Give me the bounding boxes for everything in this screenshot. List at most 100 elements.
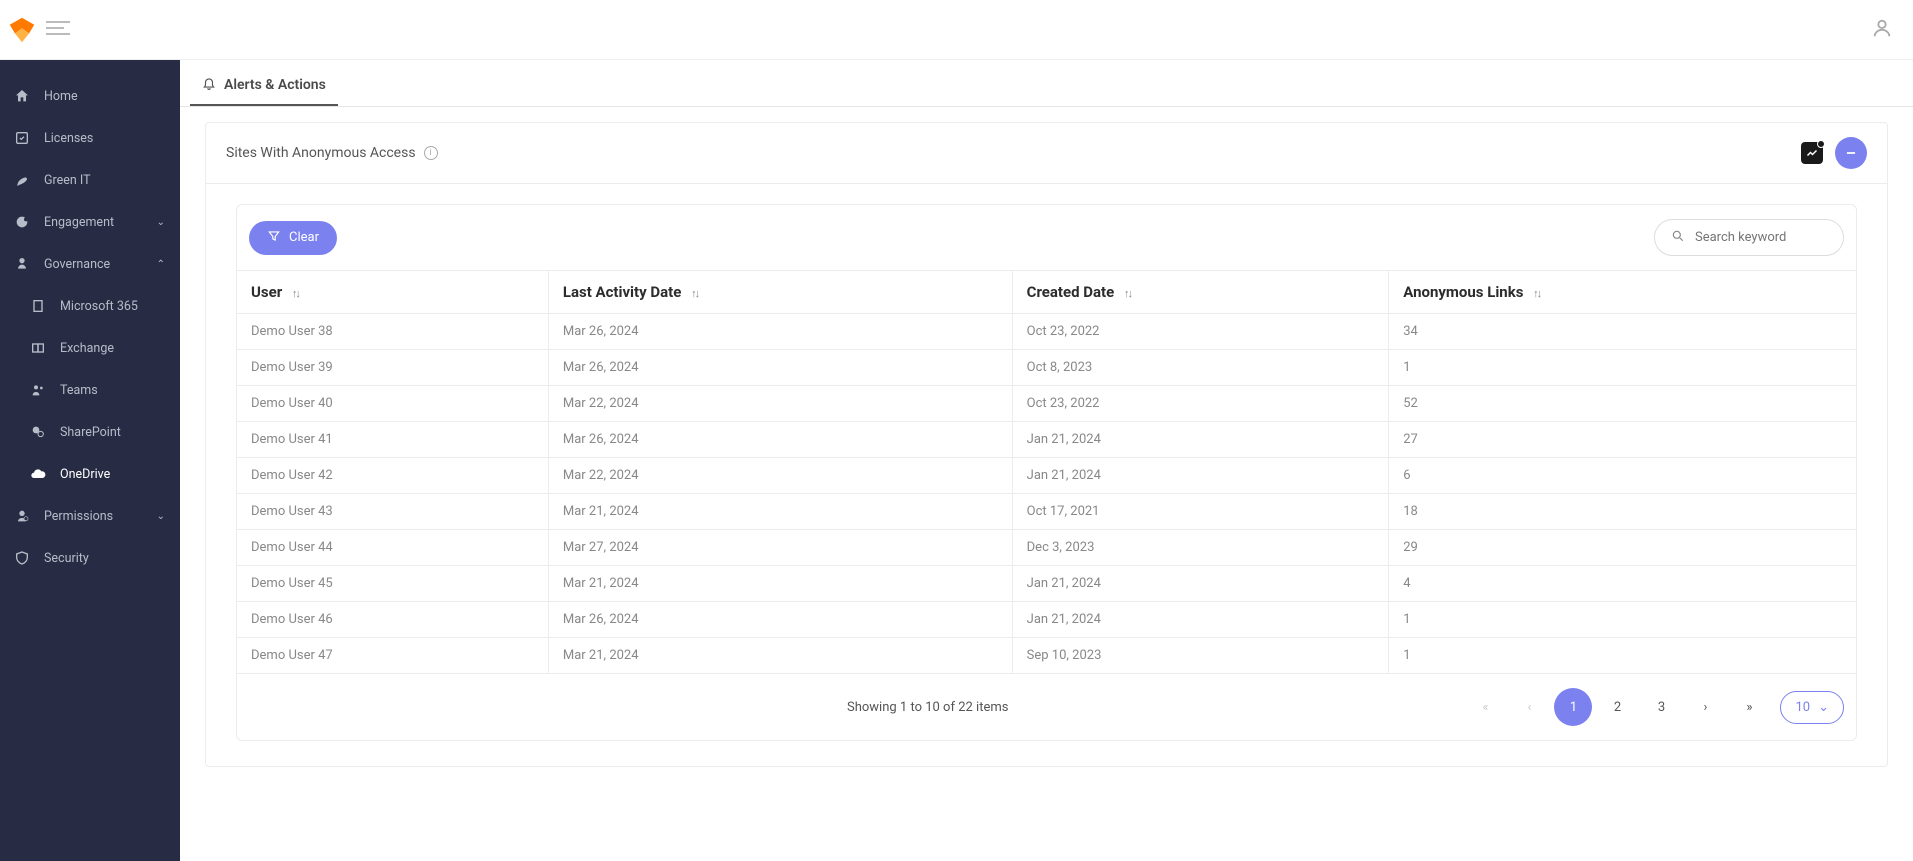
panel: Sites With Anonymous Access i bbox=[205, 122, 1888, 767]
search-box[interactable] bbox=[1654, 219, 1844, 256]
sidebar-item-teams[interactable]: Teams bbox=[0, 369, 180, 411]
table-cell: 29 bbox=[1389, 530, 1856, 566]
licenses-icon bbox=[12, 128, 32, 148]
column-header-user[interactable]: User ↑↓ bbox=[237, 271, 548, 314]
pagination-page-2[interactable]: 2 bbox=[1598, 688, 1636, 726]
table-row[interactable]: Demo User 44Mar 27, 2024Dec 3, 202329 bbox=[237, 530, 1856, 566]
table-cell: 18 bbox=[1389, 494, 1856, 530]
governance-icon bbox=[12, 254, 32, 274]
sidebar-item-green-it[interactable]: Green IT bbox=[0, 159, 180, 201]
table-cell: Demo User 40 bbox=[237, 386, 548, 422]
search-input[interactable] bbox=[1695, 230, 1827, 245]
sidebar-item-label: Licenses bbox=[44, 131, 165, 146]
sidebar-item-permissions[interactable]: Permissions ⌄ bbox=[0, 495, 180, 537]
pagination-last-button[interactable]: » bbox=[1730, 688, 1768, 726]
sort-icon: ↑↓ bbox=[1124, 287, 1131, 300]
panel-actions bbox=[1801, 137, 1867, 169]
sharepoint-icon bbox=[28, 422, 48, 442]
table-cell: 1 bbox=[1389, 602, 1856, 638]
sidebar-item-exchange[interactable]: Exchange bbox=[0, 327, 180, 369]
table-cell: Mar 26, 2024 bbox=[548, 422, 1012, 458]
table-cell: Mar 21, 2024 bbox=[548, 494, 1012, 530]
tab-bar: Alerts & Actions bbox=[180, 60, 1913, 107]
table-row[interactable]: Demo User 38Mar 26, 2024Oct 23, 202234 bbox=[237, 314, 1856, 350]
table-cell: Demo User 45 bbox=[237, 566, 548, 602]
table-row[interactable]: Demo User 41Mar 26, 2024Jan 21, 202427 bbox=[237, 422, 1856, 458]
table-cell: Demo User 43 bbox=[237, 494, 548, 530]
microsoft365-icon bbox=[28, 296, 48, 316]
sidebar-item-onedrive[interactable]: OneDrive bbox=[0, 453, 180, 495]
page-size-select[interactable]: 10 ⌄ bbox=[1780, 691, 1844, 724]
table-row[interactable]: Demo User 47Mar 21, 2024Sep 10, 20231 bbox=[237, 638, 1856, 674]
sidebar-item-microsoft365[interactable]: Microsoft 365 bbox=[0, 285, 180, 327]
table-cell: 52 bbox=[1389, 386, 1856, 422]
table-cell: Oct 17, 2021 bbox=[1012, 494, 1389, 530]
home-icon bbox=[12, 86, 32, 106]
sidebar-item-label: Home bbox=[44, 89, 165, 104]
table-cell: Jan 21, 2024 bbox=[1012, 458, 1389, 494]
table-cell: Mar 21, 2024 bbox=[548, 638, 1012, 674]
tab-alerts-actions[interactable]: Alerts & Actions bbox=[190, 68, 338, 106]
filter-icon bbox=[267, 229, 281, 247]
table-cell: Demo User 47 bbox=[237, 638, 548, 674]
pagination-page-3[interactable]: 3 bbox=[1642, 688, 1680, 726]
sidebar-item-label: Green IT bbox=[44, 173, 165, 188]
column-header-last-activity[interactable]: Last Activity Date ↑↓ bbox=[548, 271, 1012, 314]
user-profile-icon[interactable] bbox=[1871, 17, 1893, 43]
sidebar-item-sharepoint[interactable]: SharePoint bbox=[0, 411, 180, 453]
sidebar-item-label: Governance bbox=[44, 257, 145, 272]
table-cell: Demo User 42 bbox=[237, 458, 548, 494]
table-cell: Mar 22, 2024 bbox=[548, 458, 1012, 494]
table-cell: Demo User 39 bbox=[237, 350, 548, 386]
top-header bbox=[0, 0, 1913, 60]
table-cell: Mar 27, 2024 bbox=[548, 530, 1012, 566]
sidebar-item-label: Engagement bbox=[44, 215, 145, 230]
table-card: Clear bbox=[236, 204, 1857, 741]
table-cell: 1 bbox=[1389, 350, 1856, 386]
column-header-created[interactable]: Created Date ↑↓ bbox=[1012, 271, 1389, 314]
sidebar-item-label: SharePoint bbox=[60, 425, 165, 440]
panel-title-container: Sites With Anonymous Access i bbox=[226, 145, 438, 161]
tab-label: Alerts & Actions bbox=[224, 77, 326, 93]
sort-icon: ↑↓ bbox=[691, 287, 698, 300]
pagination-first-button[interactable]: « bbox=[1466, 688, 1504, 726]
table-cell: Mar 26, 2024 bbox=[548, 350, 1012, 386]
permissions-icon bbox=[12, 506, 32, 526]
leaf-icon bbox=[12, 170, 32, 190]
data-table: User ↑↓ Last Activity Date ↑↓ Created Da… bbox=[237, 270, 1856, 674]
table-row[interactable]: Demo User 45Mar 21, 2024Jan 21, 20244 bbox=[237, 566, 1856, 602]
column-header-anonymous[interactable]: Anonymous Links ↑↓ bbox=[1389, 271, 1856, 314]
table-cell: Jan 21, 2024 bbox=[1012, 422, 1389, 458]
table-row[interactable]: Demo User 46Mar 26, 2024Jan 21, 20241 bbox=[237, 602, 1856, 638]
pagination-page-1[interactable]: 1 bbox=[1554, 688, 1592, 726]
sidebar: Home Licenses Green IT Engagement ⌄ Go bbox=[0, 60, 180, 861]
table-cell: 27 bbox=[1389, 422, 1856, 458]
sidebar-item-engagement[interactable]: Engagement ⌄ bbox=[0, 201, 180, 243]
chevron-up-icon: ⌃ bbox=[157, 259, 165, 270]
clear-button[interactable]: Clear bbox=[249, 221, 337, 255]
table-row[interactable]: Demo User 40Mar 22, 2024Oct 23, 202252 bbox=[237, 386, 1856, 422]
table-row[interactable]: Demo User 42Mar 22, 2024Jan 21, 20246 bbox=[237, 458, 1856, 494]
app-logo[interactable] bbox=[8, 16, 36, 44]
sidebar-item-home[interactable]: Home bbox=[0, 75, 180, 117]
collapse-button[interactable] bbox=[1835, 137, 1867, 169]
table-row[interactable]: Demo User 39Mar 26, 2024Oct 8, 20231 bbox=[237, 350, 1856, 386]
sidebar-item-licenses[interactable]: Licenses bbox=[0, 117, 180, 159]
sidebar-item-label: Security bbox=[44, 551, 165, 566]
sidebar-item-governance[interactable]: Governance ⌃ bbox=[0, 243, 180, 285]
chart-toggle-button[interactable] bbox=[1801, 142, 1823, 164]
chevron-down-icon: ⌄ bbox=[1818, 700, 1829, 715]
pagination-prev-button[interactable]: ‹ bbox=[1510, 688, 1548, 726]
pagination-next-button[interactable]: › bbox=[1686, 688, 1724, 726]
engagement-icon bbox=[12, 212, 32, 232]
hamburger-menu-icon[interactable] bbox=[46, 20, 70, 40]
panel-body: Clear bbox=[206, 184, 1887, 766]
info-icon[interactable]: i bbox=[424, 146, 438, 160]
pagination-summary: Showing 1 to 10 of 22 items bbox=[389, 700, 1466, 715]
sidebar-item-label: Teams bbox=[60, 383, 165, 398]
sidebar-item-security[interactable]: Security bbox=[0, 537, 180, 579]
exchange-icon bbox=[28, 338, 48, 358]
table-row[interactable]: Demo User 43Mar 21, 2024Oct 17, 202118 bbox=[237, 494, 1856, 530]
sidebar-item-label: Microsoft 365 bbox=[60, 299, 165, 314]
table-cell: Oct 23, 2022 bbox=[1012, 314, 1389, 350]
